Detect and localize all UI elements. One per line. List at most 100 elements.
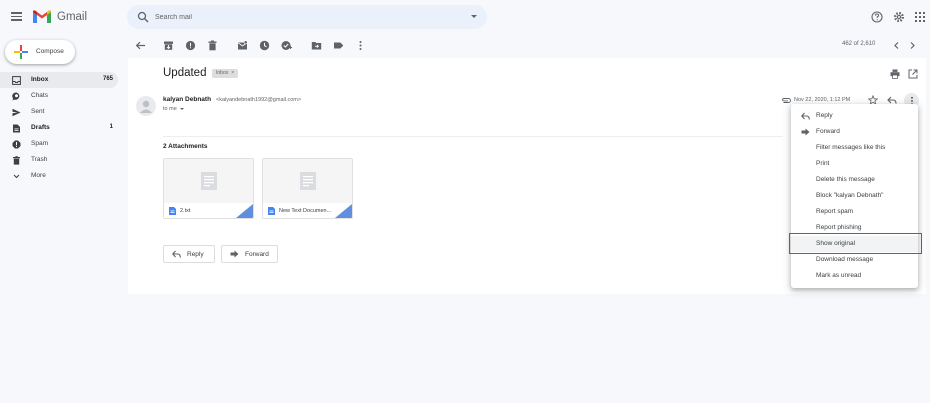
text-file-icon [169,207,176,215]
forward-icon [230,250,239,258]
menu-item-label: Delete this message [816,176,875,183]
sidebar-item-inbox[interactable]: Inbox 765 [0,72,118,88]
search-options-icon[interactable] [471,15,477,18]
chat-icon [12,92,20,101]
next-icon[interactable] [907,40,918,51]
plus-icon [14,45,28,59]
reply-icon [172,250,181,258]
attachment-icon [782,98,791,103]
help-icon[interactable] [871,11,883,23]
open-in-new-window-icon[interactable] [908,69,918,79]
draft-icon [13,124,20,133]
search-bar[interactable] [127,5,487,29]
report-spam-icon[interactable] [185,40,196,51]
sidebar-item-label: Inbox [31,76,49,83]
apps-grid-icon[interactable] [914,11,926,23]
label-text: Inbox [216,70,229,76]
chevron-down-icon [13,174,20,179]
main-menu-icon[interactable] [11,12,22,21]
sidebar-item-label: Drafts [31,124,50,131]
top-bar: Gmail [0,0,930,34]
menu-item-label: Print [816,160,830,167]
more-options-menu: Reply Forward Filter messages like this … [791,104,918,288]
menu-item-block-sender[interactable]: Block "kalyan Debnath" [791,188,918,204]
sidebar-item-more[interactable]: More [0,168,118,184]
sidebar-item-sent[interactable]: Sent [0,104,118,120]
menu-item-label: Report phishing [816,224,862,231]
document-icon [300,172,316,190]
email-date: Nov 22, 2020, 1:12 PM [794,97,851,103]
unread-count: 765 [102,76,113,82]
previous-icon[interactable] [891,40,902,51]
sidebar-item-label: Chats [31,92,48,99]
add-to-tasks-icon[interactable] [281,40,292,51]
inbox-label-chip[interactable]: Inbox × [212,69,239,78]
snooze-icon[interactable] [259,40,270,51]
settings-icon[interactable] [893,11,905,23]
move-to-icon[interactable] [311,40,322,51]
menu-item-forward[interactable]: Forward [791,124,918,140]
attachment-preview [263,159,352,203]
attachments-title: 2 Attachments [163,143,208,150]
app-name: Gmail [57,11,88,23]
delete-icon[interactable] [207,40,218,51]
search-icon[interactable] [137,11,149,23]
menu-item-download-message[interactable]: Download message [791,252,918,268]
mark-unread-icon[interactable] [237,40,248,51]
sidebar-item-label: Sent [31,108,45,115]
sidebar-item-label: Trash [31,156,48,163]
attachment-preview [164,159,253,203]
sidebar-item-drafts[interactable]: Drafts 1 [0,120,118,136]
sender-email: <kalyandebnath1992@gmail.com> [216,97,302,103]
attachment-name: New Text Documen... [279,208,332,214]
back-arrow-icon[interactable] [135,40,146,51]
reply-label: Reply [187,251,204,258]
message-toolbar: 462 of 2,610 [128,34,930,58]
attachment-corner-fold [236,204,253,218]
menu-item-delete[interactable]: Delete this message [791,172,918,188]
sidebar-item-trash[interactable]: Trash [0,152,118,168]
menu-item-print[interactable]: Print [791,156,918,172]
menu-item-mark-unread[interactable]: Mark as unread [791,268,918,284]
reply-icon [801,112,810,120]
recipient-details[interactable]: to me [163,106,184,112]
spam-icon [12,140,21,149]
menu-item-reply[interactable]: Reply [791,108,918,124]
attachment-corner-fold [335,204,352,218]
sidebar-nav: Inbox 765 Chats Sent Drafts 1 Spam Trash… [0,72,118,184]
forward-label: Forward [245,251,269,258]
label-icon[interactable] [333,40,344,51]
menu-item-label: Forward [816,128,840,135]
email-subject: Updated [163,67,207,79]
trash-icon [13,156,20,165]
menu-item-report-spam[interactable]: Report spam [791,204,918,220]
menu-item-label: Mark as unread [816,272,862,279]
text-file-icon [268,207,275,215]
compose-label: Compose [36,48,64,55]
sender-name[interactable]: kalyan Debnath [163,96,211,103]
gmail-logo[interactable] [32,9,52,24]
person-icon [140,100,152,113]
print-icon[interactable] [890,69,900,79]
attachment-card[interactable]: New Text Documen... [262,158,353,219]
attachment-card[interactable]: 2.txt [163,158,254,219]
more-vertical-icon[interactable] [355,40,366,51]
menu-item-label: Download message [816,256,874,263]
attachment-name: 2.txt [180,208,191,214]
sidebar-item-chats[interactable]: Chats [0,88,118,104]
archive-icon[interactable] [163,40,174,51]
sidebar-item-spam[interactable]: Spam [0,136,118,152]
avatar[interactable] [136,96,156,116]
menu-item-filter[interactable]: Filter messages like this [791,140,918,156]
reply-button[interactable]: Reply [163,245,215,263]
document-icon [201,172,217,190]
search-input[interactable] [155,11,455,23]
menu-item-label: Block "kalyan Debnath" [816,192,884,199]
recipient-text: to me [163,106,177,112]
forward-button[interactable]: Forward [221,245,278,263]
menu-item-label: Report spam [816,208,854,215]
remove-label-icon[interactable]: × [231,70,234,76]
compose-button[interactable]: Compose [5,40,75,64]
inbox-icon [12,76,21,85]
show-details-icon[interactable] [179,107,184,110]
